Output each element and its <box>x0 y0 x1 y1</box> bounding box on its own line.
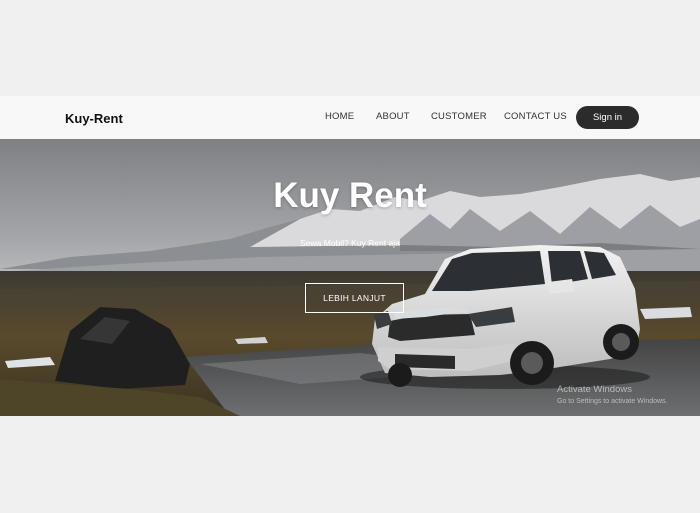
navbar: Kuy-Rent HOME ABOUT CUSTOMER CONTACT US … <box>0 96 700 139</box>
sign-in-button[interactable]: Sign in <box>576 106 639 129</box>
hero-section: Kuy Rent Sewa Mobil? Kuy Rent aja LEBIH … <box>0 139 700 416</box>
learn-more-button[interactable]: LEBIH LANJUT <box>305 283 404 313</box>
activate-windows-watermark-subtitle: Go to Settings to activate Windows. <box>557 398 668 405</box>
nav-home-link[interactable]: HOME <box>325 111 354 122</box>
nav-contact-link[interactable]: CONTACT US <box>504 111 567 122</box>
activate-windows-watermark-title: Activate Windows <box>557 384 632 395</box>
hero-subtitle: Sewa Mobil? Kuy Rent aja <box>300 238 400 248</box>
nav-customer-link[interactable]: CUSTOMER <box>431 111 487 122</box>
nav-about-link[interactable]: ABOUT <box>376 111 410 122</box>
brand-logo[interactable]: Kuy-Rent <box>65 111 123 126</box>
hero-title: Kuy Rent <box>273 176 427 215</box>
